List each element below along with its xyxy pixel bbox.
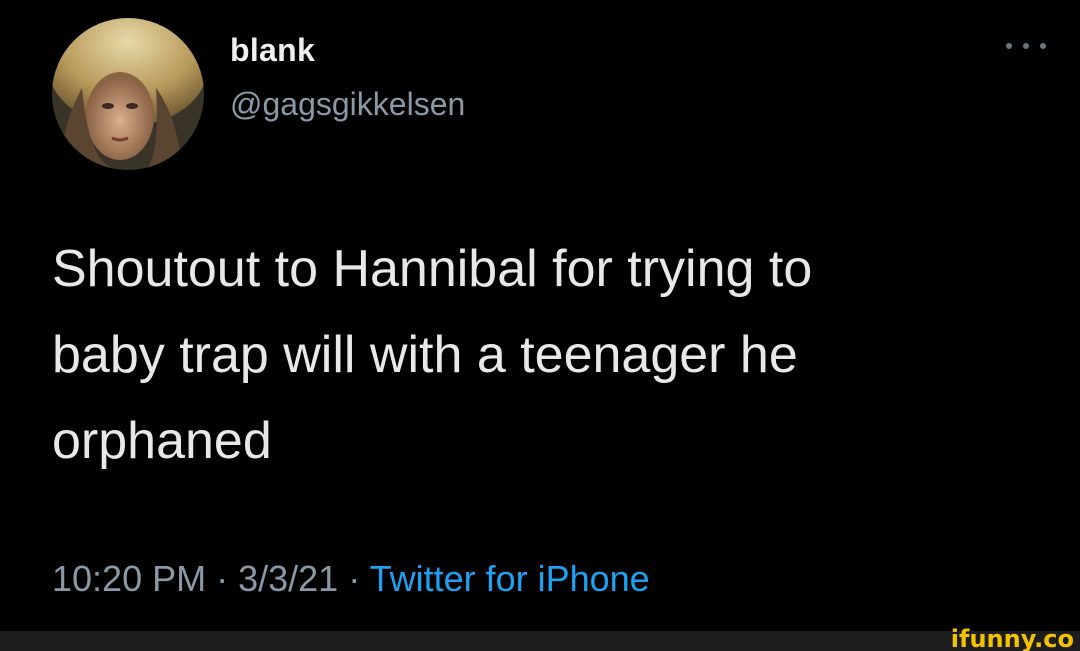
meta-separator: ·	[216, 558, 239, 599]
tweet-meta: 10:20 PM · 3/3/21 · Twitter for iPhone	[52, 558, 650, 600]
display-name[interactable]: blank	[230, 32, 315, 69]
dot	[1023, 43, 1029, 49]
dot	[1040, 43, 1046, 49]
footer-bar	[0, 631, 1080, 651]
avatar-image	[52, 18, 204, 170]
user-handle[interactable]: @gagsgikkelsen	[230, 86, 465, 123]
avatar[interactable]	[52, 18, 204, 170]
dot	[1006, 43, 1012, 49]
tweet-text: Shoutout to Hannibal for trying to baby …	[52, 240, 813, 470]
meta-separator: ·	[348, 558, 370, 599]
ifunny-watermark-logo: ifunny.co	[950, 625, 1074, 651]
tweet-date[interactable]: 3/3/21	[238, 558, 338, 599]
tweet-card: blank @gagsgikkelsen Shoutout to Hanniba…	[0, 0, 1080, 651]
more-horizontal-icon[interactable]	[1006, 34, 1046, 58]
tweet-source-link[interactable]: Twitter for iPhone	[370, 558, 650, 599]
tweet-time[interactable]: 10:20 PM	[52, 558, 206, 599]
